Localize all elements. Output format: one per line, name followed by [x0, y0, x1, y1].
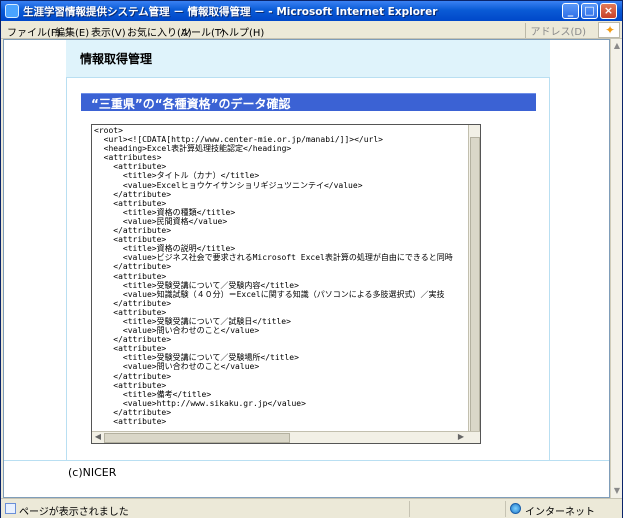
scroll-up-icon[interactable]: ▲: [612, 41, 622, 51]
menu-help[interactable]: ヘルプ(H): [219, 24, 264, 39]
browser-vertical-scrollbar[interactable]: ▲ ▼: [610, 39, 622, 498]
security-zone: インターネット: [525, 507, 595, 518]
close-button[interactable]: ×: [600, 3, 617, 19]
xml-content: <root> <url><![CDATA[http://www.center-m…: [94, 126, 453, 426]
address-label[interactable]: アドレス(D): [525, 23, 586, 38]
copyright: (c)NICER: [68, 466, 117, 479]
xml-horizontal-scrollbar[interactable]: ◀ ▶: [92, 431, 480, 443]
page-icon: [5, 503, 16, 514]
xml-vertical-scroll-thumb[interactable]: [470, 137, 480, 437]
title-bar[interactable]: 生涯学習情報提供システム管理 － 情報取得管理 － - Microsoft In…: [1, 1, 622, 21]
scroll-left-icon[interactable]: ◀: [93, 432, 103, 442]
minimize-button[interactable]: _: [562, 3, 579, 19]
status-text: ページが表示されました: [19, 507, 129, 518]
page-viewport: 情報取得管理 “三重県”の“各種資格”のデータ確認 <root> <url><!…: [3, 39, 610, 498]
windows-logo-icon: ✦: [598, 22, 620, 38]
internet-zone-icon: [510, 503, 521, 514]
xml-horizontal-scroll-thumb[interactable]: [104, 433, 290, 443]
menu-bar: ファイル(F) 編集(E) 表示(V) お気に入り(A) ツール(T) ヘルプ(…: [1, 21, 622, 39]
section-header: “三重県”の“各種資格”のデータ確認: [81, 93, 536, 111]
scroll-down-icon[interactable]: ▼: [612, 486, 622, 496]
status-bar: ページが表示されました インターネット: [1, 498, 622, 518]
page-title: 情報取得管理: [80, 52, 153, 66]
window-title: 生涯学習情報提供システム管理 － 情報取得管理 － - Microsoft In…: [23, 6, 438, 18]
status-separator: [409, 501, 410, 517]
menu-view[interactable]: 表示(V): [91, 24, 126, 39]
footer-divider: [4, 460, 609, 461]
section-title: “三重県”の“各種資格”のデータ確認: [91, 97, 291, 111]
menu-edit[interactable]: 編集(E): [55, 24, 89, 39]
menu-file[interactable]: ファイル(F): [7, 24, 61, 39]
ie-icon: [5, 4, 19, 18]
scroll-right-icon[interactable]: ▶: [456, 432, 466, 442]
xml-textarea[interactable]: <root> <url><![CDATA[http://www.center-m…: [91, 124, 481, 444]
status-separator: [505, 501, 506, 517]
maximize-button[interactable]: □: [581, 3, 598, 19]
browser-window: 生涯学習情報提供システム管理 － 情報取得管理 － - Microsoft In…: [0, 0, 623, 518]
xml-vertical-scrollbar[interactable]: [468, 125, 480, 437]
